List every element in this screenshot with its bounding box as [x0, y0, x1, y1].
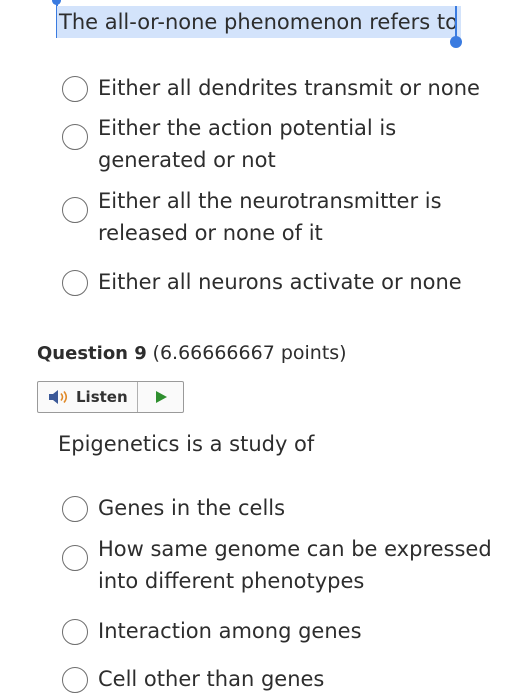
- q8-option-2[interactable]: Either the action potential is generated…: [62, 112, 408, 176]
- q9-option-3[interactable]: Interaction among genes: [62, 615, 498, 647]
- listen-label: Listen: [76, 388, 128, 406]
- q9-option-1-label: Genes in the cells: [98, 496, 286, 520]
- q9-option-2-label: How same genome can be expressed into di…: [98, 537, 492, 593]
- q8-option-2-radio[interactable]: [62, 124, 88, 150]
- question-number: Question 9: [37, 343, 147, 364]
- question-9-text: Epigenetics is a study of: [58, 432, 315, 456]
- question-9-header: Question 9 (6.66666667 points): [37, 340, 347, 367]
- q8-option-3[interactable]: Either all the neurotransmitter is relea…: [62, 185, 448, 249]
- speaker-icon: [49, 390, 68, 404]
- listen-button[interactable]: Listen: [38, 382, 138, 412]
- q8-option-1[interactable]: Either all dendrites transmit or none: [62, 72, 498, 104]
- q9-option-3-radio[interactable]: [62, 619, 88, 645]
- q9-option-4[interactable]: Cell other than genes: [62, 663, 498, 695]
- listen-player: Listen: [37, 381, 184, 413]
- play-icon[interactable]: [154, 390, 168, 404]
- q8-option-2-label: Either the action potential is generated…: [98, 116, 397, 172]
- q8-option-3-label: Either all the neurotransmitter is relea…: [98, 189, 442, 245]
- q9-option-4-radio[interactable]: [62, 667, 88, 693]
- question-8-text: The all-or-none phenomenon refers to: [57, 6, 461, 38]
- q8-option-4-label: Either all neurons activate or none: [98, 270, 462, 294]
- q9-option-3-label: Interaction among genes: [98, 619, 362, 643]
- q9-option-1-radio[interactable]: [62, 496, 88, 522]
- q9-option-2[interactable]: How same genome can be expressed into di…: [62, 533, 498, 597]
- selection-end-bar: [455, 6, 457, 38]
- q8-option-4[interactable]: Either all neurons activate or none: [62, 266, 498, 298]
- q8-option-1-label: Either all dendrites transmit or none: [98, 76, 480, 100]
- q9-option-1[interactable]: Genes in the cells: [62, 492, 498, 524]
- question-points: (6.66666667 points): [152, 342, 347, 364]
- q9-option-2-radio[interactable]: [62, 545, 88, 571]
- q8-option-3-radio[interactable]: [62, 197, 88, 223]
- q9-option-4-label: Cell other than genes: [98, 667, 325, 691]
- q8-option-1-radio[interactable]: [62, 76, 88, 102]
- q8-option-4-radio[interactable]: [62, 270, 88, 296]
- selection-start-handle[interactable]: [52, 0, 61, 5]
- selection-end-handle[interactable]: [450, 36, 462, 48]
